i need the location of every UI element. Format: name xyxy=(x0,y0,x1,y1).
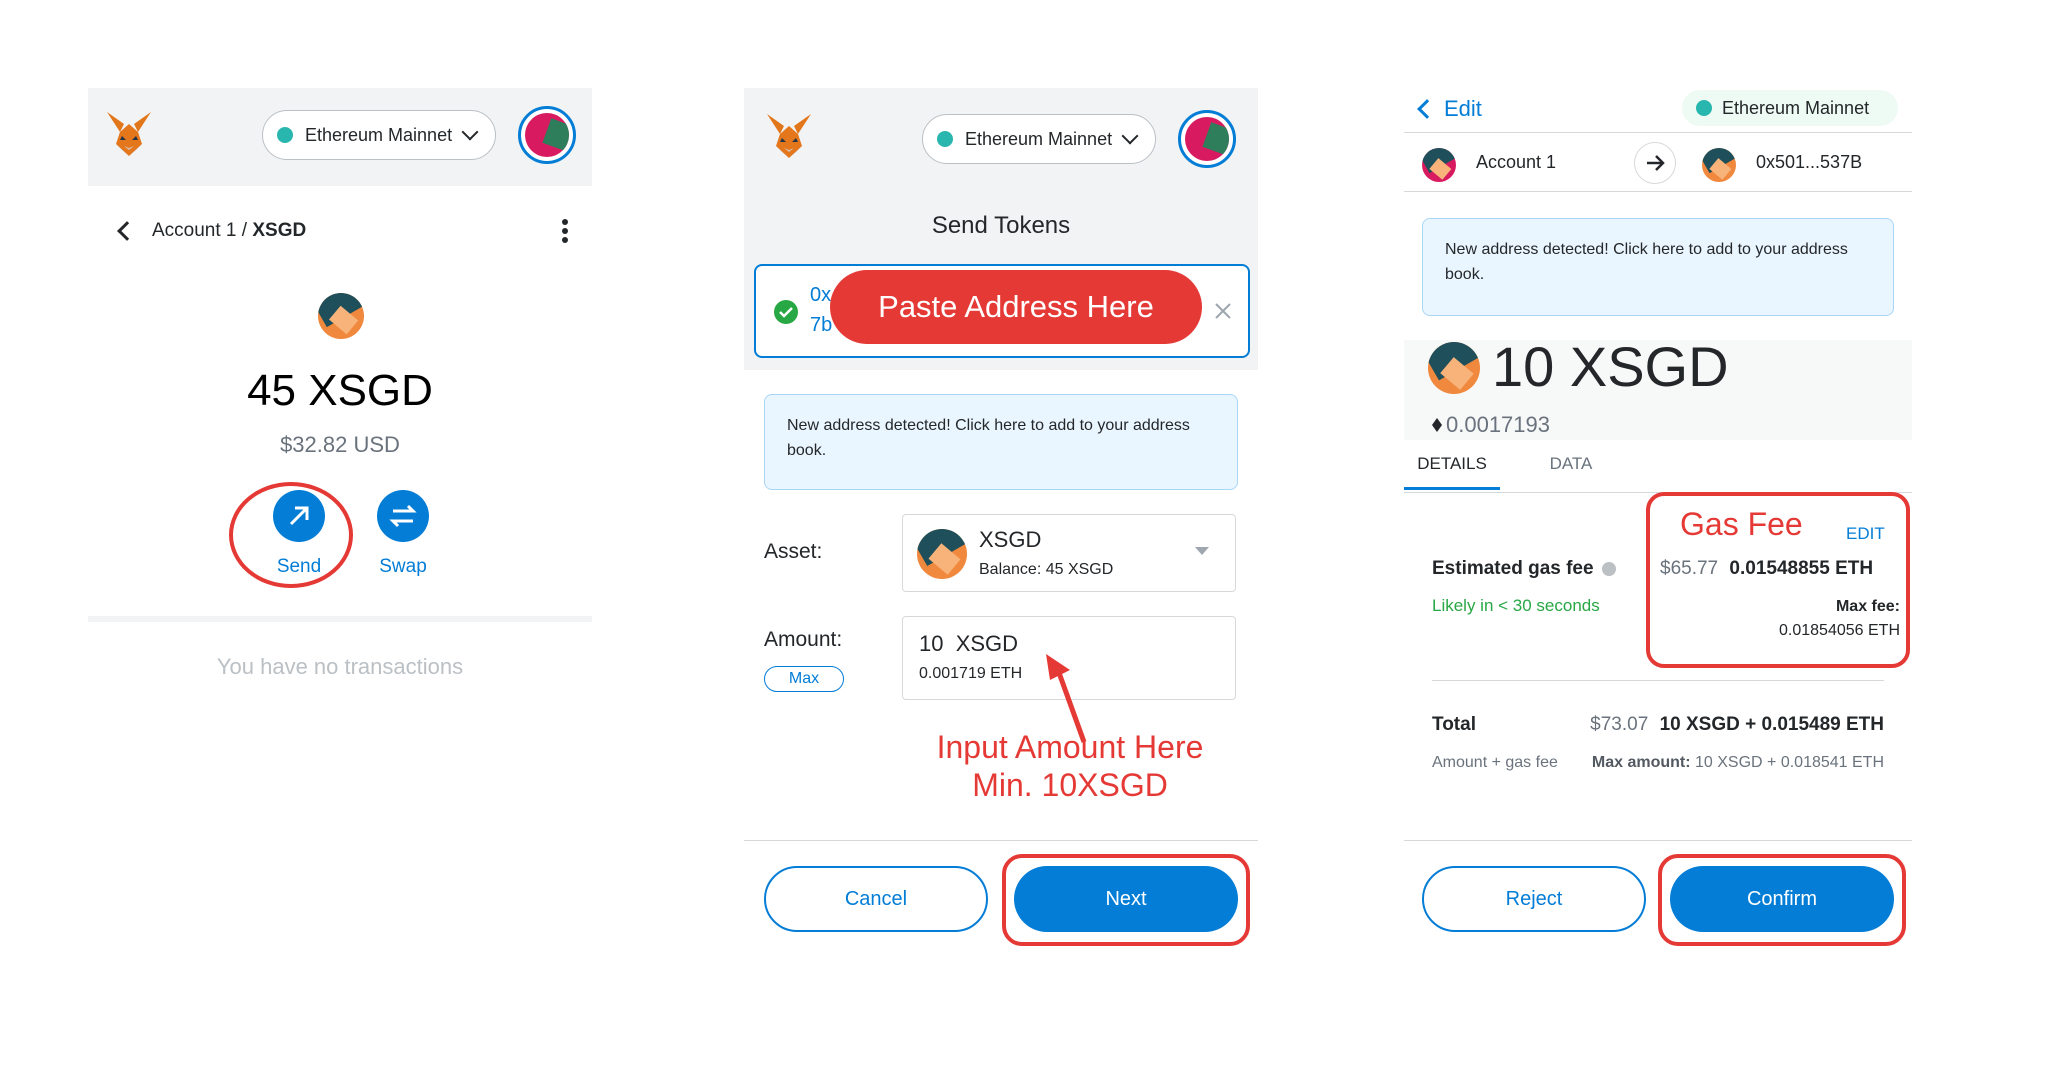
new-address-notice[interactable]: New address detected! Click here to add … xyxy=(1422,218,1894,316)
back-chevron-icon[interactable] xyxy=(117,221,137,241)
amount-eth-equivalent: 0.001719 ETH xyxy=(919,665,1023,682)
max-button[interactable]: Max xyxy=(764,666,844,692)
to-address[interactable]: 0x501...537B xyxy=(1756,152,1862,173)
transaction-amount: 10 XSGD xyxy=(1492,335,1729,398)
reject-button[interactable]: Reject xyxy=(1422,866,1646,932)
network-badge: Ethereum Mainnet xyxy=(1682,90,1898,126)
amount-summary: 10 XSGD 0.0017193 xyxy=(1404,335,1912,440)
total-value: $73.07 10 XSGD + 0.015489 ETH xyxy=(1564,714,1884,736)
recipient-address-line2: 7b xyxy=(810,314,833,336)
confirm-highlight-ring xyxy=(1658,854,1906,946)
tab-details[interactable]: DETAILS xyxy=(1404,454,1500,490)
new-address-notice-text: New address detected! Click here to add … xyxy=(787,417,1190,459)
swap-action[interactable]: Swap xyxy=(368,490,438,580)
send-tokens-title: Send Tokens xyxy=(931,212,1071,239)
network-status-dot xyxy=(937,131,953,147)
asset-selector[interactable]: XSGD Balance: 45 XSGD xyxy=(902,514,1236,592)
max-amount: Max amount: 10 XSGD + 0.018541 ETH xyxy=(1584,750,1884,775)
breadcrumb: Account 1 / XSGD xyxy=(114,216,306,246)
amount-annotation-line1: Input Amount Here xyxy=(936,729,1204,765)
eth-diamond-icon xyxy=(1432,418,1442,432)
breadcrumb-token: XSGD xyxy=(252,220,307,241)
network-status-dot xyxy=(1696,100,1712,116)
max-amount-value: 10 XSGD + 0.018541 ETH xyxy=(1695,754,1884,771)
network-name: Ethereum Mainnet xyxy=(305,124,453,145)
asset-balance: Balance: 45 XSGD xyxy=(979,561,1114,578)
total-usd: $73.07 xyxy=(1590,714,1649,735)
amount-annotation-line2: Min. 10XSGD xyxy=(972,767,1168,803)
tab-data[interactable]: DATA xyxy=(1528,454,1614,490)
next-highlight-ring xyxy=(1002,854,1250,946)
to-address-avatar xyxy=(1702,148,1736,182)
wallet-token-panel: Ethereum Mainnet Account 1 / XSGD 45 XSG… xyxy=(88,88,592,628)
info-icon[interactable] xyxy=(1601,562,1616,576)
network-name: Ethereum Mainnet xyxy=(965,128,1113,149)
send-highlight-ring xyxy=(229,482,353,588)
confirm-transaction-panel: Edit Ethereum Mainnet Account 1 0x501...… xyxy=(1404,88,1912,958)
edit-link[interactable]: Edit xyxy=(1416,92,1482,126)
amount-label: Amount: xyxy=(764,628,843,651)
total-label: Total xyxy=(1432,714,1476,735)
chevron-down-icon xyxy=(461,123,479,141)
usd-value: $32.82 USD xyxy=(280,432,400,457)
more-options-icon[interactable] xyxy=(562,218,570,246)
metamask-fox-icon xyxy=(107,112,151,156)
caret-down-icon xyxy=(1195,547,1209,555)
footer-divider xyxy=(744,840,1258,841)
send-header: Ethereum Mainnet Send Tokens 0x 7b Paste… xyxy=(744,88,1258,370)
eth-amount-row: 0.0017193 xyxy=(1432,412,1550,438)
valid-address-check-icon xyxy=(774,300,798,324)
new-address-notice[interactable]: New address detected! Click here to add … xyxy=(764,394,1238,490)
metamask-fox-icon xyxy=(767,114,811,158)
send-tokens-panel: Ethereum Mainnet Send Tokens 0x 7b Paste… xyxy=(744,88,1258,958)
total-divider xyxy=(1432,680,1884,681)
clear-input-icon[interactable] xyxy=(1210,298,1236,324)
gas-fee-label: Estimated gas fee xyxy=(1432,558,1616,580)
swap-label: Swap xyxy=(379,556,427,577)
network-selector[interactable]: Ethereum Mainnet xyxy=(922,114,1156,164)
eth-amount: 0.0017193 xyxy=(1446,412,1550,437)
section-divider xyxy=(88,616,592,622)
xsgd-token-icon xyxy=(917,529,967,579)
paste-address-annotation: Paste Address Here xyxy=(830,270,1202,344)
new-address-notice-text: New address detected! Click here to add … xyxy=(1445,241,1848,283)
sender-recipient-row: Account 1 0x501...537B xyxy=(1404,132,1912,192)
recipient-address-line1: 0x xyxy=(810,284,832,306)
empty-transactions-text: You have no transactions xyxy=(216,654,464,679)
network-name: Ethereum Mainnet xyxy=(1722,97,1870,118)
xsgd-token-icon xyxy=(1428,342,1480,394)
from-account-avatar xyxy=(1422,148,1456,182)
from-account-name[interactable]: Account 1 xyxy=(1476,152,1556,173)
right-arrow-icon xyxy=(1634,142,1676,184)
app-header: Ethereum Mainnet xyxy=(88,88,592,186)
total-amount: 10 XSGD + 0.015489 ETH xyxy=(1659,714,1884,735)
network-selector[interactable]: Ethereum Mainnet xyxy=(262,110,496,160)
back-chevron-icon xyxy=(1417,99,1437,119)
edit-label: Edit xyxy=(1444,96,1482,121)
network-status-dot xyxy=(277,127,293,143)
max-amount-label: Max amount: xyxy=(1591,754,1691,771)
asset-label: Asset: xyxy=(764,540,823,563)
cancel-button[interactable]: Cancel xyxy=(764,866,988,932)
chevron-down-icon xyxy=(1121,127,1139,145)
account-avatar[interactable] xyxy=(1178,110,1236,168)
likely-time: Likely in < 30 seconds xyxy=(1432,596,1600,615)
footer-divider xyxy=(1404,840,1912,841)
account-avatar[interactable] xyxy=(518,106,576,164)
breadcrumb-account[interactable]: Account 1 / xyxy=(152,220,252,242)
asset-name: XSGD xyxy=(979,527,1042,552)
amount-value: 10 XSGD xyxy=(919,631,1019,656)
swap-arrows-icon xyxy=(377,490,429,542)
amount-gas-label: Amount + gas fee xyxy=(1432,754,1558,771)
xsgd-token-icon xyxy=(318,293,364,339)
token-balance: 45 XSGD xyxy=(247,366,433,415)
gas-fee-highlight-ring xyxy=(1646,492,1910,668)
